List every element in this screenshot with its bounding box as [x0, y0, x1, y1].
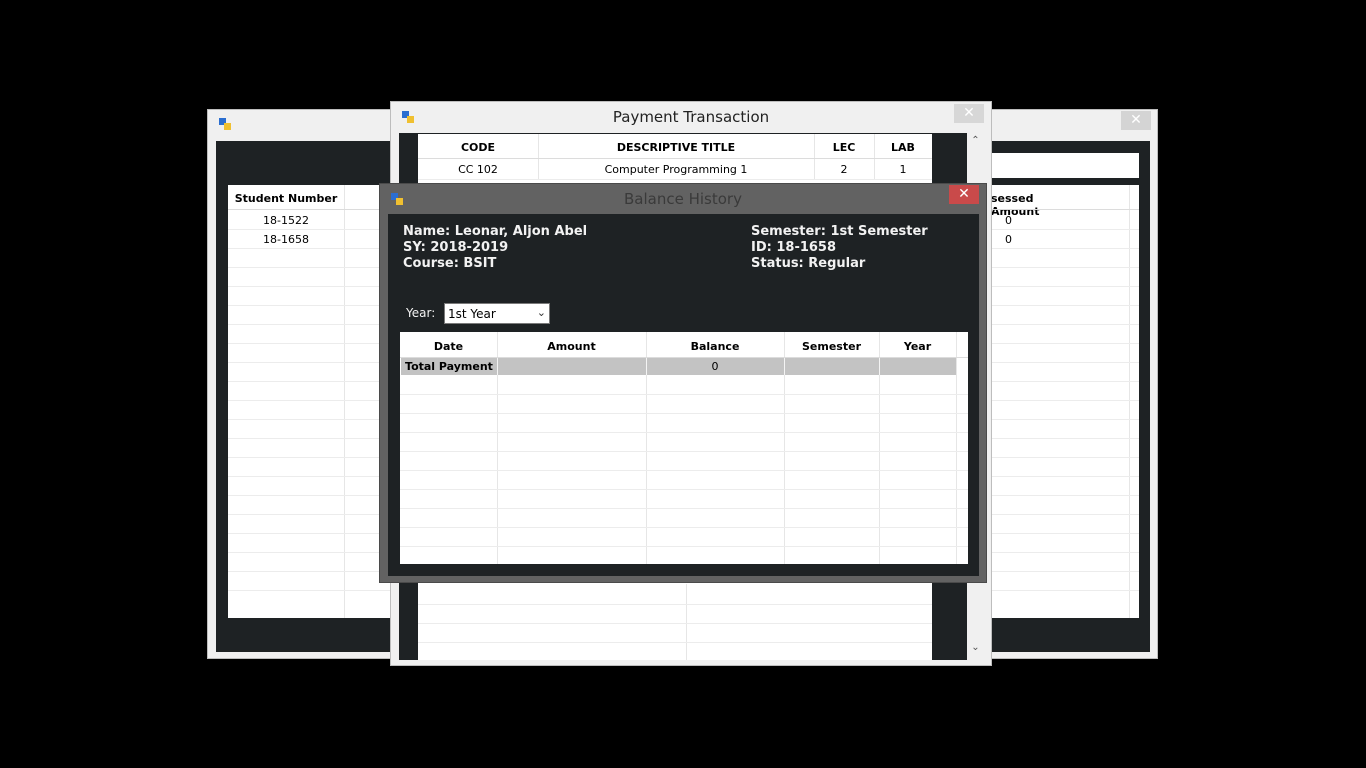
student-id: ID: 18-1658: [751, 240, 837, 255]
lab-header[interactable]: LAB: [874, 141, 932, 154]
balance-grid[interactable]: Date Amount Balance Semester Year Total …: [400, 332, 968, 564]
assessed-amount-cell[interactable]: 0: [1005, 214, 1012, 227]
descriptive-title-header[interactable]: DESCRIPTIVE TITLE: [538, 141, 814, 154]
student-list-panel: Student Number 18-1522 18-1658: [216, 141, 391, 652]
school-year: SY: 2018-2019: [403, 240, 509, 255]
scroll-down-arrow-icon[interactable]: ⌄: [967, 642, 984, 653]
semester-info: Semester: 1st Semester: [751, 224, 928, 239]
balance-header[interactable]: Balance: [646, 340, 784, 353]
balance-close-button[interactable]: ✕: [949, 185, 979, 204]
assessment-panel: sessed Amount 0 0: [991, 141, 1150, 652]
payment-titlebar[interactable]: Payment Transaction ✕: [391, 102, 991, 132]
student-list-window: Student Number 18-1522 18-1658: [207, 109, 391, 659]
subject-lab-cell[interactable]: 1: [874, 163, 932, 176]
payment-close-button[interactable]: ✕: [954, 104, 984, 123]
subject-title-cell[interactable]: Computer Programming 1: [538, 163, 814, 176]
year-select-value: 1st Year: [448, 307, 496, 321]
semester-header[interactable]: Semester: [784, 340, 879, 353]
total-payment-label: Total Payment: [405, 360, 493, 373]
total-payment-row[interactable]: Total Payment 0: [401, 358, 956, 375]
balance-panel: Name: Leonar, Aljon Abel SY: 2018-2019 C…: [388, 214, 979, 576]
assessed-amount-header[interactable]: sessed Amount: [991, 192, 1071, 218]
total-balance-cell: 0: [711, 360, 719, 373]
payment-window-title: Payment Transaction: [612, 108, 770, 126]
student-name: Name: Leonar, Aljon Abel: [403, 224, 588, 239]
amount-header[interactable]: Amount: [497, 340, 646, 353]
date-header[interactable]: Date: [400, 340, 497, 353]
student-number-cell[interactable]: 18-1522: [228, 214, 344, 227]
scroll-up-arrow-icon[interactable]: ⌃: [967, 135, 984, 146]
enrollment-status: Status: Regular: [751, 256, 866, 271]
close-icon: ✕: [963, 105, 975, 121]
code-header[interactable]: CODE: [418, 141, 538, 154]
assessed-amount-cell[interactable]: 0: [1005, 233, 1012, 246]
subject-lec-cell[interactable]: 2: [814, 163, 874, 176]
year-select[interactable]: 1st Year ⌄: [444, 303, 550, 324]
lec-header[interactable]: LEC: [814, 141, 874, 154]
chevron-down-icon[interactable]: ⌄: [537, 306, 546, 319]
balance-history-window: Balance History ✕ Name: Leonar, Aljon Ab…: [379, 183, 987, 583]
year-label: Year:: [406, 306, 436, 320]
balance-titlebar[interactable]: Balance History ✕: [380, 184, 986, 214]
year-header[interactable]: Year: [879, 340, 956, 353]
balance-window-title: Balance History: [624, 190, 742, 208]
assessment-search-input[interactable]: [991, 153, 1139, 178]
course: Course: BSIT: [403, 256, 497, 271]
student-number-header[interactable]: Student Number: [228, 192, 344, 205]
assessment-grid[interactable]: sessed Amount 0 0: [991, 185, 1139, 618]
student-number-cell[interactable]: 18-1658: [228, 233, 344, 246]
assessment-window: ✕ sessed Amount 0 0: [990, 109, 1158, 659]
student-grid[interactable]: Student Number 18-1522 18-1658: [228, 185, 391, 618]
close-icon: ✕: [1130, 112, 1142, 128]
close-icon: ✕: [958, 186, 970, 202]
subject-code-cell[interactable]: CC 102: [418, 163, 538, 176]
assessment-close-button[interactable]: ✕: [1121, 111, 1151, 130]
app-icon: [219, 118, 231, 130]
